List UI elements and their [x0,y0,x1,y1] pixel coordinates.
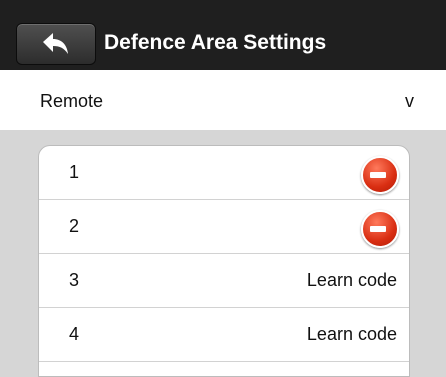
back-arrow-icon [43,33,68,54]
row-number: 2 [69,216,80,236]
delete-icon [370,226,386,232]
list-item: 2 [39,200,409,254]
delete-button[interactable] [361,210,399,248]
learn-code-button[interactable]: Learn code [307,269,397,291]
list-item: 1 [39,146,409,200]
delete-icon [370,172,386,178]
list-item: 3 Learn code [39,254,409,308]
dropdown-indicator[interactable]: v [405,90,414,112]
remote-selector[interactable]: Remote v [0,70,446,130]
list-item: 4 Learn code [39,308,409,362]
row-number: 3 [69,270,80,290]
page-title: Defence Area Settings [104,31,327,54]
row-number: 1 [69,162,80,182]
delete-button[interactable] [361,156,399,194]
code-list: 1 2 3 Learn code 4 Learn code [38,145,410,377]
back-button[interactable] [16,23,96,65]
selector-label: Remote [40,91,104,111]
learn-code-button[interactable]: Learn code [307,323,397,345]
nav-bar: Defence Area Settings [0,0,446,70]
row-number: 4 [69,324,80,344]
